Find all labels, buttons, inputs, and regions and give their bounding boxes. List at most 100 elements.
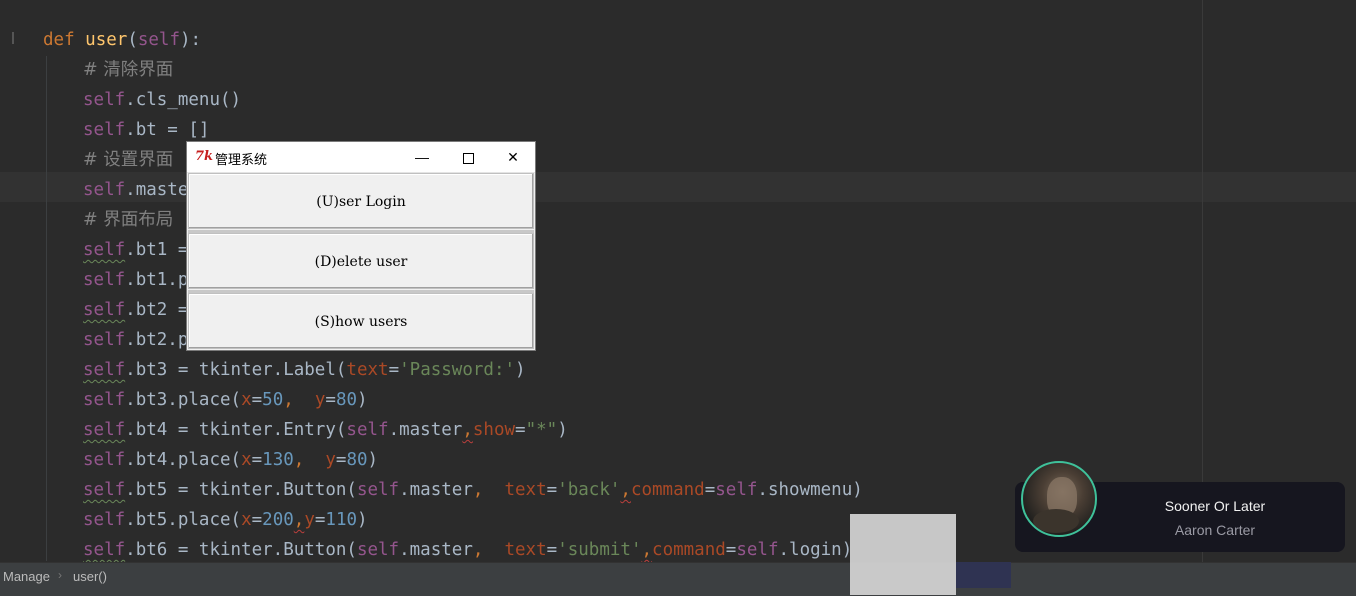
code-token: x: [241, 390, 252, 410]
code-token: self: [83, 240, 126, 260]
music-notification[interactable]: Sooner Or Later Aaron Carter: [1015, 461, 1345, 552]
code-token: .bt = []: [125, 120, 210, 140]
code-line: self.bt1 =: [83, 235, 188, 265]
tk-title-bar[interactable]: 7k 管理系统 — ✕: [187, 142, 535, 173]
code-token: =: [251, 450, 263, 470]
code-line: # 清除界面: [83, 55, 173, 85]
code-token: .bt5.place(: [125, 510, 242, 530]
code-token: "*": [525, 420, 558, 440]
code-token: =: [314, 510, 326, 530]
code-token: self: [83, 510, 126, 530]
code-token: ): [357, 390, 368, 410]
code-token: y: [325, 450, 336, 470]
code-token: .master: [399, 480, 473, 500]
code-token: x: [241, 510, 252, 530]
maximize-button[interactable]: [445, 142, 491, 172]
album-art-shadow: [1033, 509, 1079, 533]
code-token: self: [83, 300, 126, 320]
album-art-avatar: [1021, 461, 1097, 537]
code-token: self: [83, 390, 126, 410]
tk-logo-icon: 7k: [195, 149, 214, 164]
code-token: # 设置界面: [83, 150, 174, 170]
code-token: 'Password:': [399, 360, 516, 380]
song-artist: Aaron Carter: [1174, 522, 1256, 538]
code-token: =: [725, 540, 737, 560]
status-bar: Manage › user(): [0, 562, 1356, 596]
thumbnail-preview: [850, 514, 956, 595]
code-line: self.bt3.place(x=50, y=80): [83, 385, 368, 415]
code-token: text: [504, 540, 547, 560]
code-token: =: [335, 450, 347, 470]
breadcrumb-manage[interactable]: Manage: [3, 569, 50, 584]
code-line: self.bt5.place(x=200,y=110): [83, 505, 368, 535]
code-token: .bt3.place(: [125, 390, 242, 410]
code-line: self.bt2.p: [83, 325, 188, 355]
status-indicator: [956, 562, 1011, 588]
code-token: =: [515, 420, 526, 440]
user-login-button[interactable]: (U)ser Login: [188, 173, 534, 229]
code-line: # 设置界面: [83, 145, 173, 175]
code-line: self.bt6 = tkinter.Button(self.master, t…: [83, 535, 852, 565]
code-token: =: [388, 360, 400, 380]
code-token: .login): [778, 540, 853, 560]
code-token: 130: [262, 450, 294, 470]
code-token: .cls_menu(): [125, 90, 242, 110]
delete-user-button[interactable]: (D)elete user: [188, 233, 534, 289]
code-line: # 界面布局: [83, 205, 173, 235]
code-token: 50: [262, 390, 284, 410]
code-token: self: [83, 90, 126, 110]
code-token: self: [736, 540, 779, 560]
code-token: =: [546, 480, 558, 500]
code-token: self: [83, 180, 126, 200]
code-line: self.cls_menu(): [83, 85, 241, 115]
code-token: command: [630, 480, 705, 500]
code-token: self: [83, 420, 126, 440]
code-token: ,: [293, 450, 326, 470]
code-token: .bt2 =: [125, 300, 189, 320]
show-users-button[interactable]: (S)how users: [188, 293, 534, 349]
minimize-button[interactable]: —: [399, 142, 445, 172]
close-button[interactable]: ✕: [490, 142, 536, 172]
code-token: 110: [325, 510, 358, 530]
code-token: ,: [472, 540, 505, 560]
code-token: x: [241, 450, 252, 470]
code-token: self: [83, 450, 126, 470]
code-token: def: [43, 30, 86, 50]
code-token: y: [304, 510, 315, 530]
code-token: .showmenu): [757, 480, 863, 500]
code-token: .master: [388, 420, 463, 440]
code-token: .maste: [125, 180, 189, 200]
code-token: 'back': [557, 480, 621, 500]
code-token: (: [127, 30, 138, 50]
code-token: y: [314, 390, 326, 410]
code-line: self.bt2 =: [83, 295, 188, 325]
code-token: # 界面布局: [83, 210, 174, 230]
code-token: ,: [462, 420, 473, 440]
maximize-icon: [462, 152, 474, 164]
code-token: ): [367, 450, 379, 470]
fold-marker[interactable]: [12, 32, 14, 44]
code-line: self.bt5 = tkinter.Button(self.master, t…: [83, 475, 863, 505]
code-token: # 清除界面: [83, 60, 174, 80]
code-token: ,: [283, 390, 315, 410]
code-token: =: [325, 390, 336, 410]
code-token: .bt6 = tkinter.Button(: [125, 540, 357, 560]
code-token: self: [83, 480, 126, 500]
code-token: .master: [399, 540, 473, 560]
tk-window: 7k 管理系统 — ✕ (U)ser Login (D)elete user (…: [186, 141, 536, 351]
code-token: self: [356, 480, 400, 500]
code-token: .bt1 =: [125, 240, 189, 260]
code-token: text: [504, 480, 547, 500]
breadcrumb-separator-icon: ›: [58, 568, 62, 582]
indent-guide: [46, 56, 47, 561]
code-token: .bt5 = tkinter.Button(: [125, 480, 357, 500]
song-title: Sooner Or Later: [1164, 498, 1266, 514]
code-token: user: [85, 30, 128, 50]
code-token: show: [472, 420, 516, 440]
code-line: self.bt4 = tkinter.Entry(self.master,sho…: [83, 415, 568, 445]
tk-window-title: 管理系统: [215, 152, 268, 167]
breadcrumb-user[interactable]: user(): [73, 569, 107, 584]
code-line: self.bt1.p: [83, 265, 188, 295]
code-token: ,: [472, 480, 505, 500]
code-token: =: [704, 480, 716, 500]
